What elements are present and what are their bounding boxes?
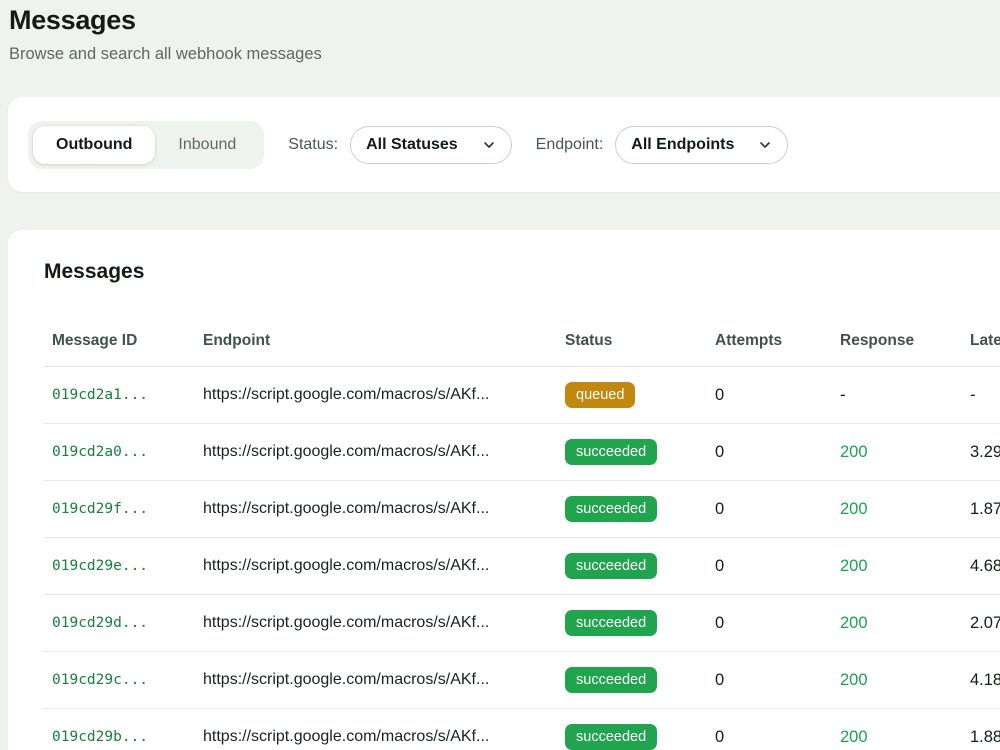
attempts-value: 0 — [715, 728, 840, 747]
endpoint-url: https://script.google.com/macros/s/AKf..… — [203, 386, 565, 404]
status-badge: succeeded — [565, 724, 657, 750]
table-row[interactable]: 019cd29f... https://script.google.com/ma… — [44, 481, 1000, 538]
attempts-value: 0 — [715, 500, 840, 519]
attempts-value: 0 — [715, 671, 840, 690]
card-heading: Messages — [44, 260, 1000, 284]
column-header-endpoint: Endpoint — [203, 332, 565, 350]
page-header: Messages Browse and search all webhook m… — [0, 0, 1000, 64]
chevron-down-icon — [482, 138, 496, 152]
status-select-value: All Statuses — [366, 136, 458, 154]
messages-table: Message ID Endpoint Status Attempts Resp… — [44, 316, 1000, 750]
response-code: 200 — [840, 671, 970, 690]
column-header-response: Response — [840, 332, 970, 350]
column-header-status: Status — [565, 332, 715, 350]
latency-value: 1.87 — [970, 500, 1000, 519]
endpoint-url: https://script.google.com/macros/s/AKf..… — [203, 500, 565, 518]
response-code: 200 — [840, 557, 970, 576]
status-filter-label: Status: — [288, 136, 338, 154]
endpoint-select[interactable]: All Endpoints — [615, 126, 788, 164]
message-id-link[interactable]: 019cd29f... — [52, 501, 148, 517]
response-code: 200 — [840, 443, 970, 462]
table-row[interactable]: 019cd29c... https://script.google.com/ma… — [44, 652, 1000, 709]
status-badge: queued — [565, 382, 635, 408]
messages-page: Messages Browse and search all webhook m… — [0, 0, 1000, 750]
status-badge: succeeded — [565, 496, 657, 522]
endpoint-select-value: All Endpoints — [631, 136, 734, 154]
endpoint-url: https://script.google.com/macros/s/AKf..… — [203, 443, 565, 461]
table-row[interactable]: 019cd29d... https://script.google.com/ma… — [44, 595, 1000, 652]
page-title: Messages — [9, 5, 1000, 35]
latency-value: 3.29 — [970, 443, 1000, 462]
latency-value: - — [970, 386, 1000, 405]
message-id-link[interactable]: 019cd2a1... — [52, 387, 148, 403]
response-code: 200 — [840, 614, 970, 633]
page-subtitle: Browse and search all webhook messages — [9, 45, 1000, 64]
endpoint-filter-label: Endpoint: — [536, 136, 604, 154]
column-header-message-id: Message ID — [52, 332, 203, 350]
message-id-link[interactable]: 019cd2a0... — [52, 444, 148, 460]
status-badge: succeeded — [565, 439, 657, 465]
message-id-link[interactable]: 019cd29c... — [52, 672, 148, 688]
attempts-value: 0 — [715, 386, 840, 405]
table-body: 019cd2a1... https://script.google.com/ma… — [44, 367, 1000, 750]
table-row[interactable]: 019cd2a0... https://script.google.com/ma… — [44, 424, 1000, 481]
messages-card: Messages Message ID Endpoint Status Atte… — [8, 230, 1000, 750]
latency-value: 4.68 — [970, 557, 1000, 576]
response-code: 200 — [840, 500, 970, 519]
response-code: 200 — [840, 728, 970, 747]
message-id-link[interactable]: 019cd29d... — [52, 615, 148, 631]
status-badge: succeeded — [565, 553, 657, 579]
status-select[interactable]: All Statuses — [350, 126, 512, 164]
table-header-row: Message ID Endpoint Status Attempts Resp… — [44, 316, 1000, 367]
table-row[interactable]: 019cd2a1... https://script.google.com/ma… — [44, 367, 1000, 424]
column-header-latency: Latency — [970, 332, 1000, 350]
chevron-down-icon — [758, 138, 772, 152]
attempts-value: 0 — [715, 443, 840, 462]
tab-outbound[interactable]: Outbound — [33, 126, 155, 164]
attempts-value: 0 — [715, 557, 840, 576]
latency-value: 1.88 — [970, 728, 1000, 747]
message-id-link[interactable]: 019cd29b... — [52, 729, 148, 745]
message-id-link[interactable]: 019cd29e... — [52, 558, 148, 574]
endpoint-url: https://script.google.com/macros/s/AKf..… — [203, 614, 565, 632]
endpoint-url: https://script.google.com/macros/s/AKf..… — [203, 671, 565, 689]
attempts-value: 0 — [715, 614, 840, 633]
table-row[interactable]: 019cd29b... https://script.google.com/ma… — [44, 709, 1000, 750]
status-badge: succeeded — [565, 667, 657, 693]
filter-bar: Outbound Inbound Status: All Statuses En… — [8, 97, 1000, 192]
table-row[interactable]: 019cd29e... https://script.google.com/ma… — [44, 538, 1000, 595]
column-header-attempts: Attempts — [715, 332, 840, 350]
endpoint-url: https://script.google.com/macros/s/AKf..… — [203, 557, 565, 575]
response-code: - — [840, 386, 970, 405]
latency-value: 4.18 — [970, 671, 1000, 690]
direction-segmented-control: Outbound Inbound — [28, 121, 264, 169]
endpoint-url: https://script.google.com/macros/s/AKf..… — [203, 728, 565, 746]
tab-inbound[interactable]: Inbound — [155, 126, 259, 164]
status-badge: succeeded — [565, 610, 657, 636]
latency-value: 2.07 — [970, 614, 1000, 633]
